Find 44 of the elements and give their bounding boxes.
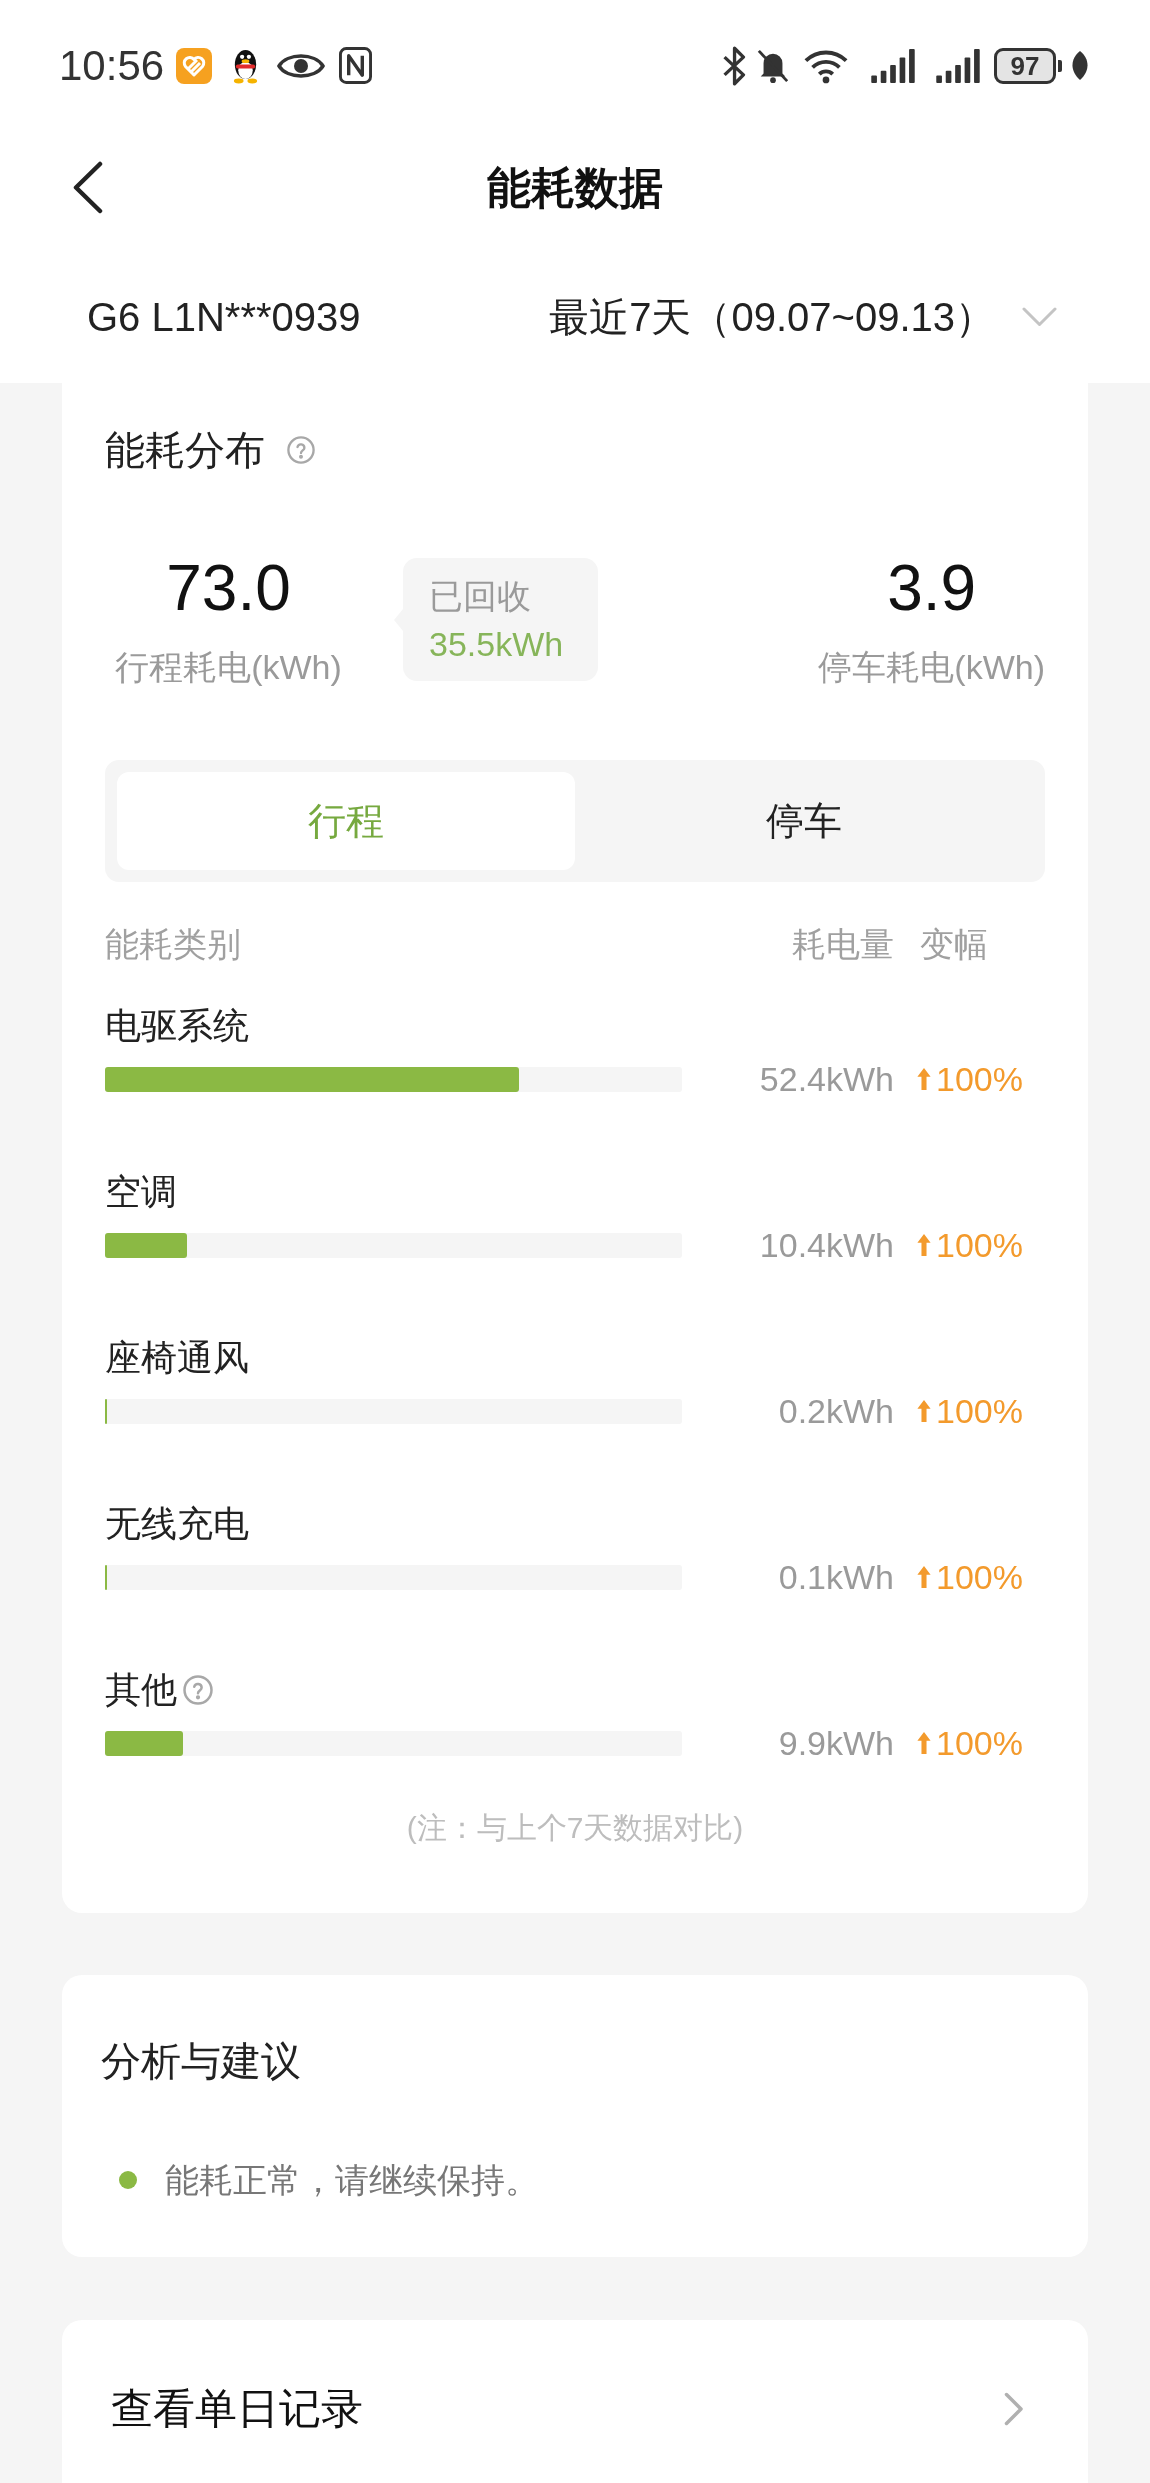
bell-off-icon[interactable] <box>756 47 790 84</box>
vehicle-name: G6 L1N***0939 <box>87 296 361 337</box>
energy-amount: 0.2kWh <box>778 1394 894 1428</box>
change-percent: 100% <box>936 1394 1023 1428</box>
section-title: 能耗分布 <box>105 430 265 470</box>
page-title: 能耗数据 <box>487 165 663 210</box>
chevron-right-icon <box>1004 2391 1024 2426</box>
recovered-value: 35.5kWh <box>429 623 565 665</box>
change-percent: 100% <box>936 1726 1023 1760</box>
driving-energy-label: 行程耗电(kWh) <box>115 647 342 688</box>
period-dropdown[interactable]: 最近7天（09.07~09.13） <box>549 296 1057 337</box>
analysis-text: 能耗正常，请继续保持。 <box>165 2163 539 2197</box>
chevron-down-icon <box>1022 306 1057 327</box>
change-percent: 100% <box>936 1560 1023 1594</box>
category-name: 电驱系统 <box>105 1008 249 1044</box>
section-title: 分析与建议 <box>101 2041 301 2081</box>
bluetooth-icon[interactable] <box>722 45 746 86</box>
comparison-note: (注：与上个7天数据对比) <box>406 1813 744 1843</box>
category-name: 座椅通风 <box>105 1340 249 1376</box>
leaf-icon[interactable] <box>1070 50 1090 81</box>
column-header: 变幅 <box>920 927 988 961</box>
category-name: 无线充电 <box>105 1506 249 1542</box>
change-percent: 100% <box>936 1228 1023 1262</box>
status-time: 10:56 <box>59 44 165 87</box>
daily-records-link[interactable]: 查看单日记录 <box>62 2320 1088 2483</box>
nfc-icon[interactable] <box>339 47 373 84</box>
driving-energy-value: 73.0 <box>166 553 291 623</box>
recovered-label: 已回收 <box>429 575 532 617</box>
energy-amount: 10.4kWh <box>759 1228 894 1262</box>
column-header: 能耗类别 <box>105 927 241 961</box>
change-percent: 100% <box>936 1062 1023 1096</box>
energy-amount: 9.9kWh <box>778 1726 894 1760</box>
chevron-left-icon <box>71 161 103 214</box>
parking-energy-value: 3.9 <box>887 553 977 623</box>
energy-amount: 0.1kWh <box>778 1560 894 1594</box>
heart-tile-icon[interactable] <box>176 47 213 84</box>
energy-amount: 52.4kWh <box>759 1062 894 1096</box>
signal-icon[interactable] <box>935 48 981 83</box>
tab[interactable]: 停车 <box>575 772 1033 870</box>
category-name: 空调 <box>105 1174 177 1210</box>
signal-icon[interactable] <box>870 48 916 83</box>
column-header: 耗电量 <box>792 927 894 961</box>
category-name: 其他 <box>105 1672 177 1708</box>
parking-energy-label: 停车耗电(kWh) <box>818 647 1045 688</box>
